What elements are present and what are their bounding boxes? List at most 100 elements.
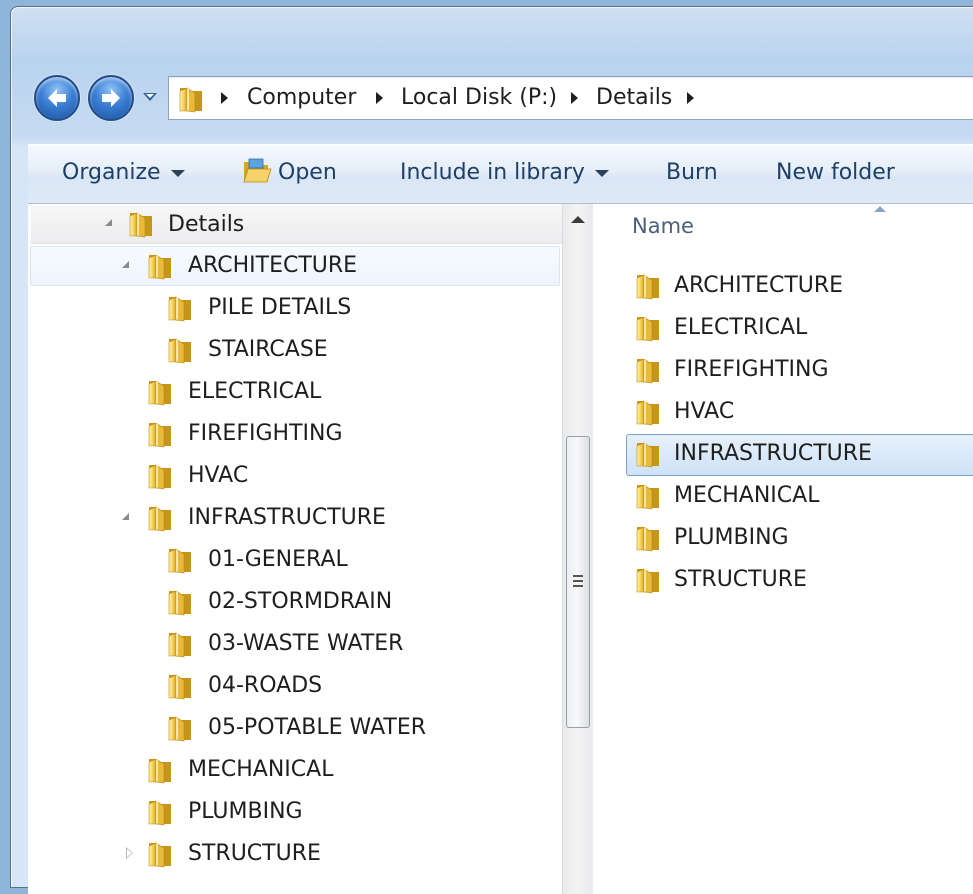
file-item-label: PLUMBING — [674, 525, 789, 550]
tree-item-label: 05-POTABLE WATER — [208, 715, 427, 740]
open-button[interactable]: Open — [242, 145, 337, 201]
back-button[interactable] — [34, 75, 80, 121]
folder-icon — [166, 588, 194, 616]
tree-item-label: MECHANICAL — [188, 757, 334, 782]
breadcrumb-separator[interactable] — [376, 92, 383, 104]
tree-item-infrastructure[interactable]: INFRASTRUCTURE — [28, 498, 558, 538]
tree-item-label: INFRASTRUCTURE — [188, 505, 386, 530]
name-column-header[interactable]: Name — [632, 214, 694, 238]
tree-item-electrical[interactable]: ELECTRICAL — [28, 372, 558, 412]
grip-line — [573, 580, 583, 582]
folder-icon — [634, 272, 662, 300]
collapse-arrow-icon[interactable] — [126, 847, 133, 859]
sort-ascending-icon — [874, 206, 886, 212]
folder-icon — [166, 630, 194, 658]
vertical-scrollbar[interactable] — [562, 204, 593, 894]
folder-icon — [634, 440, 662, 468]
new-folder-button[interactable]: New folder — [776, 145, 895, 201]
burn-button[interactable]: Burn — [666, 145, 718, 201]
file-item-architecture[interactable]: ARCHITECTURE — [626, 266, 973, 306]
tree-item-label: Details — [168, 212, 245, 237]
tree-item-hvac[interactable]: HVAC — [28, 456, 558, 496]
tree-item-01-general[interactable]: 01-GENERAL — [28, 540, 558, 580]
include-in-library-button[interactable]: Include in library — [400, 145, 609, 201]
expand-arrow-icon[interactable] — [122, 261, 129, 268]
tree-item-label: ELECTRICAL — [188, 379, 322, 404]
file-item-hvac[interactable]: HVAC — [626, 392, 973, 432]
tree-item-details[interactable]: Details — [31, 205, 591, 244]
file-item-plumbing[interactable]: PLUMBING — [626, 518, 973, 558]
breadcrumb-local-disk[interactable]: Local Disk (P:) — [401, 77, 557, 119]
folder-icon — [166, 336, 194, 364]
file-item-firefighting[interactable]: FIREFIGHTING — [626, 350, 973, 390]
folder-icon — [146, 756, 174, 784]
file-list-pane[interactable]: Name ARCHITECTURE ELECTRICAL FIREFIGHTING H… — [598, 204, 973, 894]
back-arrow-icon — [48, 89, 66, 107]
breadcrumb-separator[interactable] — [221, 92, 228, 104]
expand-arrow-icon[interactable] — [105, 219, 112, 226]
tree-item-label: 03-WASTE WATER — [208, 631, 404, 656]
file-item-label: HVAC — [674, 399, 735, 424]
breadcrumb-computer[interactable]: Computer — [247, 77, 356, 119]
tree-item-label: 04-ROADS — [208, 673, 323, 698]
folder-icon — [146, 462, 174, 490]
folder-icon — [634, 524, 662, 552]
command-bar: Organize Open Include in library Burn Ne… — [28, 144, 973, 204]
tree-item-label: STAIRCASE — [208, 337, 328, 362]
recent-pages-dropdown-icon[interactable] — [142, 91, 158, 103]
tree-item-label: PLUMBING — [188, 799, 303, 824]
tree-item-05-potable-water[interactable]: 05-POTABLE WATER — [28, 708, 558, 748]
tree-item-label: 01-GENERAL — [208, 547, 348, 572]
file-item-mechanical[interactable]: MECHANICAL — [626, 476, 973, 516]
tree-item-firefighting[interactable]: FIREFIGHTING — [28, 414, 558, 454]
open-label: Open — [278, 160, 337, 185]
folder-icon — [146, 378, 174, 406]
scrollbar-thumb[interactable] — [566, 436, 590, 728]
tree-item-architecture[interactable]: ARCHITECTURE — [28, 246, 558, 286]
breadcrumb-details[interactable]: Details — [596, 77, 672, 119]
folder-icon — [634, 398, 662, 426]
folder-icon — [634, 314, 662, 342]
breadcrumb-separator[interactable] — [687, 92, 694, 104]
tree-item-label: 02-STORMDRAIN — [208, 589, 393, 614]
chevron-down-icon — [170, 169, 185, 177]
forward-button[interactable] — [88, 75, 134, 121]
tree-item-label: FIREFIGHTING — [188, 421, 343, 446]
folder-icon — [146, 252, 174, 280]
folder-icon — [166, 672, 194, 700]
organize-label: Organize — [62, 160, 161, 185]
folder-icon — [177, 85, 205, 113]
folder-icon — [166, 546, 194, 574]
tree-item-plumbing[interactable]: PLUMBING — [28, 792, 558, 832]
folder-icon — [634, 356, 662, 384]
file-item-structure[interactable]: STRUCTURE — [626, 560, 973, 600]
grip-line — [573, 585, 583, 587]
folder-icon — [166, 714, 194, 742]
forward-arrow-icon — [102, 89, 120, 107]
folder-icon — [127, 210, 155, 238]
tree-item-04-roads[interactable]: 04-ROADS — [28, 666, 558, 706]
tree-item-mechanical[interactable]: MECHANICAL — [28, 750, 558, 790]
folder-icon — [146, 504, 174, 532]
tree-item-03-waste-water[interactable]: 03-WASTE WATER — [28, 624, 558, 664]
tree-item-structure[interactable]: STRUCTURE — [28, 834, 558, 874]
tree-item-label: PILE DETAILS — [208, 295, 352, 320]
expand-arrow-icon[interactable] — [122, 513, 129, 520]
file-item-label: INFRASTRUCTURE — [674, 441, 872, 466]
open-folder-icon — [243, 158, 272, 183]
breadcrumb-separator[interactable] — [571, 92, 578, 104]
tree-item-label: ARCHITECTURE — [188, 253, 358, 278]
scroll-up-arrow-icon[interactable] — [571, 216, 585, 223]
address-bar[interactable]: Computer Local Disk (P:) Details — [168, 76, 973, 120]
file-item-infrastructure[interactable]: INFRASTRUCTURE — [626, 434, 973, 474]
navigation-pane[interactable]: Details ARCHITECTURE PILE DETAILS STAIRCAS… — [28, 204, 592, 894]
file-item-label: STRUCTURE — [674, 567, 807, 592]
chevron-down-icon — [594, 169, 609, 177]
file-item-electrical[interactable]: ELECTRICAL — [626, 308, 973, 348]
tree-item-02-stormdrain[interactable]: 02-STORMDRAIN — [28, 582, 558, 622]
tree-item-pile-details[interactable]: PILE DETAILS — [28, 288, 558, 328]
tree-item-staircase[interactable]: STAIRCASE — [28, 330, 558, 370]
organize-button[interactable]: Organize — [62, 145, 185, 201]
tree-item-label: STRUCTURE — [188, 841, 321, 866]
folder-icon — [166, 294, 194, 322]
